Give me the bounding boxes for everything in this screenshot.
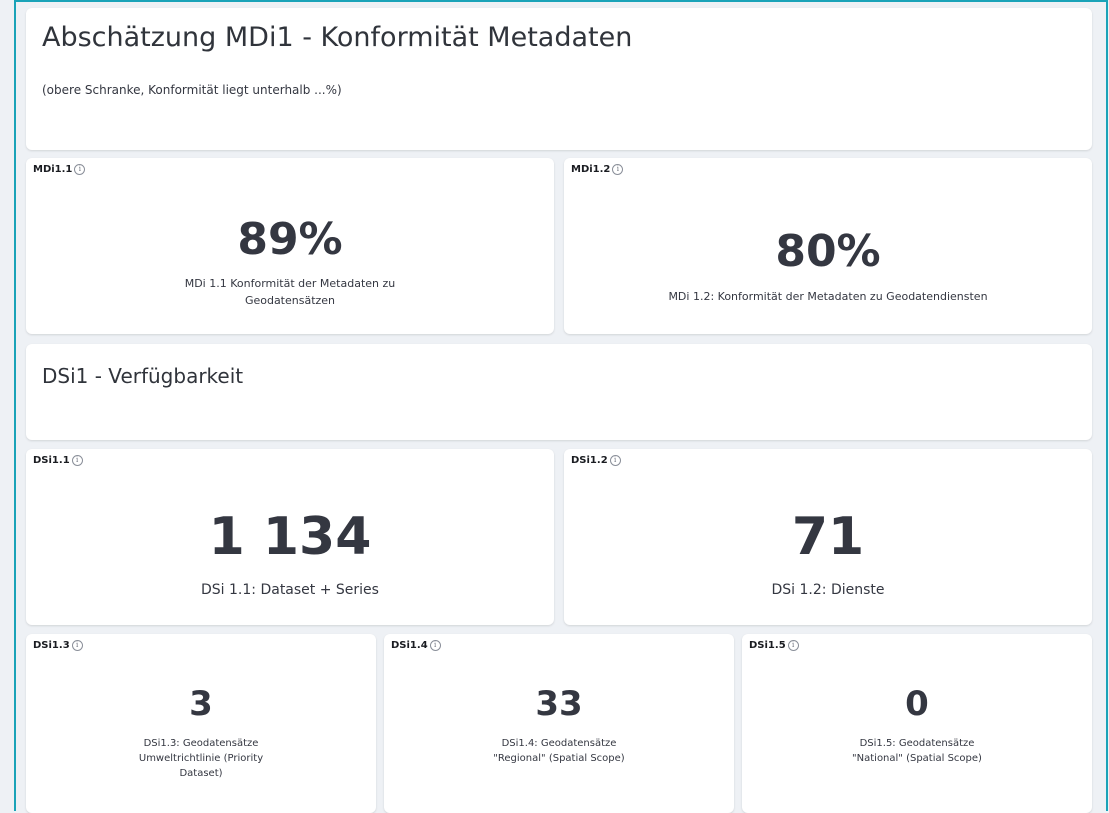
mdi-section-header: Abschätzung MDi1 - Konformität Metadaten… <box>26 8 1092 150</box>
metric-description: DSi1.5: Geodatensätze "National" (Spatia… <box>852 738 982 764</box>
panel-label: DSi1.2 i <box>571 455 621 466</box>
metric-description: MDi 1.1 Konformität der Metadaten zu Geo… <box>184 277 396 307</box>
dashboard-frame: Abschätzung MDi1 - Konformität Metadaten… <box>14 0 1108 813</box>
panel-label: DSi1.4 i <box>391 640 441 651</box>
info-icon[interactable]: i <box>71 455 83 466</box>
info-icon[interactable]: i <box>429 640 441 651</box>
info-icon[interactable]: i <box>612 164 624 175</box>
metric-value: 80% <box>775 226 881 277</box>
metric-value: 0 <box>905 684 929 724</box>
metric-description: DSi 1.1: Dataset + Series <box>201 582 379 598</box>
metric-description: DSi1.3: Geodatensätze Umweltrichtlinie (… <box>138 738 264 779</box>
panel-label-text: MDi1.1 <box>33 164 73 175</box>
panel-label: DSi1.3 i <box>33 640 83 651</box>
panel-label-text: DSi1.1 <box>33 455 70 466</box>
mdi-section-subtitle: (obere Schranke, Konformität liegt unter… <box>42 83 342 97</box>
panel-label-text: DSi1.3 <box>33 640 70 651</box>
metric-description: MDi 1.2: Konformität der Metadaten zu Ge… <box>668 290 988 303</box>
panel-dsi1-1[interactable]: DSi1.1 i 1 134 DSi 1.1: Dataset + Series <box>26 449 554 625</box>
dsi-section-header: DSi1 - Verfügbarkeit <box>26 344 1092 440</box>
panel-label: DSi1.5 i <box>749 640 799 651</box>
panel-dsi1-2[interactable]: DSi1.2 i 71 DSi 1.2: Dienste <box>564 449 1092 625</box>
panel-label-text: DSi1.2 <box>571 455 608 466</box>
metric-value: 71 <box>791 507 865 567</box>
panel-label-text: DSi1.5 <box>749 640 786 651</box>
panel-mdi1-1[interactable]: MDi1.1 i 89% MDi 1.1 Konformität der Met… <box>26 158 554 334</box>
panel-label: DSi1.1 i <box>33 455 83 466</box>
panel-label-text: DSi1.4 <box>391 640 428 651</box>
panel-dsi1-3[interactable]: DSi1.3 i 3 DSi1.3: Geodatensätze Umweltr… <box>26 634 376 813</box>
info-icon[interactable]: i <box>74 164 86 175</box>
metric-value: 1 134 <box>208 507 372 567</box>
metric-value: 89% <box>237 214 343 265</box>
panel-label: MDi1.2 i <box>571 164 624 175</box>
panel-mdi1-2[interactable]: MDi1.2 i 80% MDi 1.2: Konformität der Me… <box>564 158 1092 334</box>
panel-label: MDi1.1 i <box>33 164 86 175</box>
info-icon[interactable]: i <box>787 640 799 651</box>
info-icon[interactable]: i <box>609 455 621 466</box>
panel-dsi1-5[interactable]: DSi1.5 i 0 DSi1.5: Geodatensätze "Nation… <box>742 634 1092 813</box>
dsi-section-title: DSi1 - Verfügbarkeit <box>42 364 244 388</box>
mdi-section-title: Abschätzung MDi1 - Konformität Metadaten <box>42 22 633 53</box>
panel-dsi1-4[interactable]: DSi1.4 i 33 DSi1.4: Geodatensätze "Regio… <box>384 634 734 813</box>
metric-value: 33 <box>535 684 583 724</box>
metric-value: 3 <box>189 684 213 724</box>
info-icon[interactable]: i <box>71 640 83 651</box>
metric-description: DSi1.4: Geodatensätze "Regional" (Spatia… <box>493 738 625 764</box>
metric-description: DSi 1.2: Dienste <box>771 582 885 598</box>
panel-label-text: MDi1.2 <box>571 164 611 175</box>
